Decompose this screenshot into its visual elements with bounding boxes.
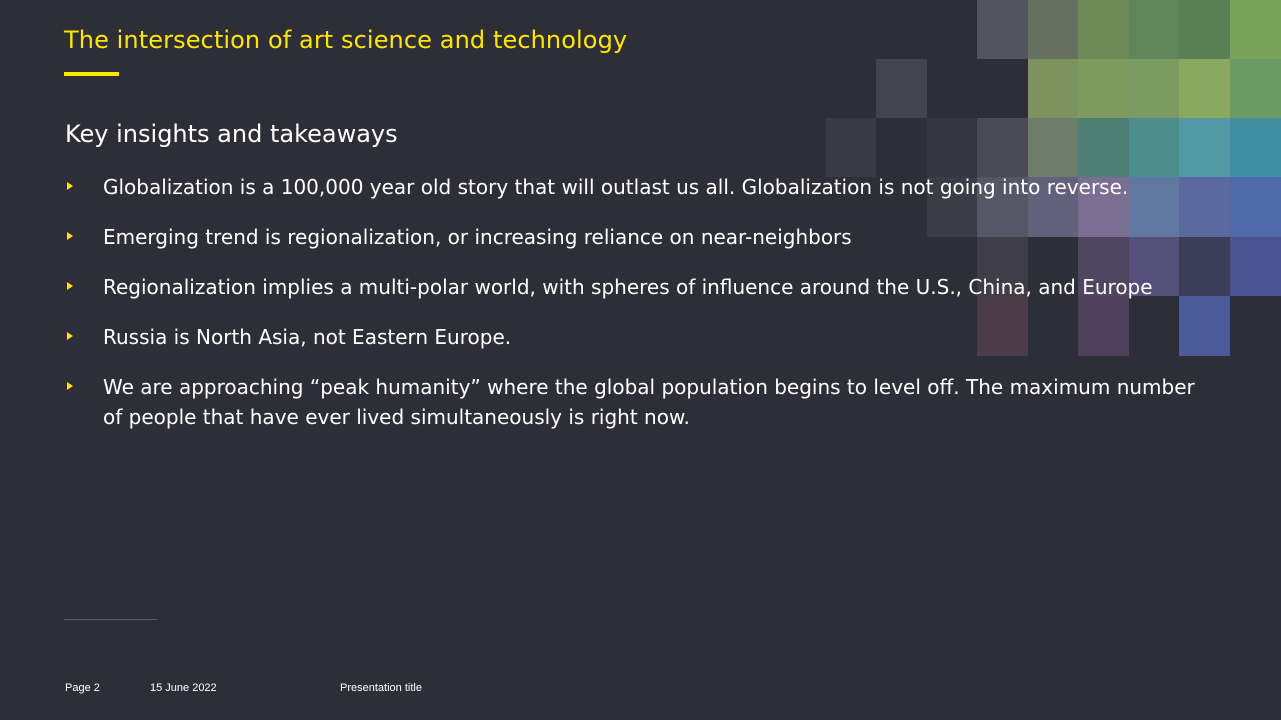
list-item: Globalization is a 100,000 year old stor… [65, 172, 1215, 202]
footer-presentation-title: Presentation title [340, 682, 422, 694]
list-item: We are approaching “peak humanity” where… [65, 372, 1215, 432]
triangle-right-icon [67, 182, 73, 190]
triangle-right-icon [67, 382, 73, 390]
list-item: Russia is North Asia, not Eastern Europe… [65, 322, 1215, 352]
title-underline [64, 72, 119, 76]
slide-subtitle: Key insights and takeaways [65, 120, 398, 148]
slide-title: The intersection of art science and tech… [64, 26, 628, 54]
triangle-right-icon [67, 282, 73, 290]
triangle-right-icon [67, 232, 73, 240]
list-item: Emerging trend is regionalization, or in… [65, 222, 1215, 252]
list-item: Regionalization implies a multi-polar wo… [65, 272, 1215, 302]
bullet-text: Globalization is a 100,000 year old stor… [103, 175, 1129, 199]
bullet-text: We are approaching “peak humanity” where… [103, 375, 1195, 429]
triangle-right-icon [67, 332, 73, 340]
bullet-list: Globalization is a 100,000 year old stor… [65, 172, 1215, 452]
bullet-text: Russia is North Asia, not Eastern Europe… [103, 325, 512, 349]
footer-date: 15 June 2022 [150, 682, 217, 694]
bullet-text: Regionalization implies a multi-polar wo… [103, 275, 1153, 299]
slide: The intersection of art science and tech… [0, 0, 1281, 720]
bullet-text: Emerging trend is regionalization, or in… [103, 225, 852, 249]
footer-divider [64, 619, 157, 620]
footer-page-number: Page 2 [65, 682, 100, 694]
